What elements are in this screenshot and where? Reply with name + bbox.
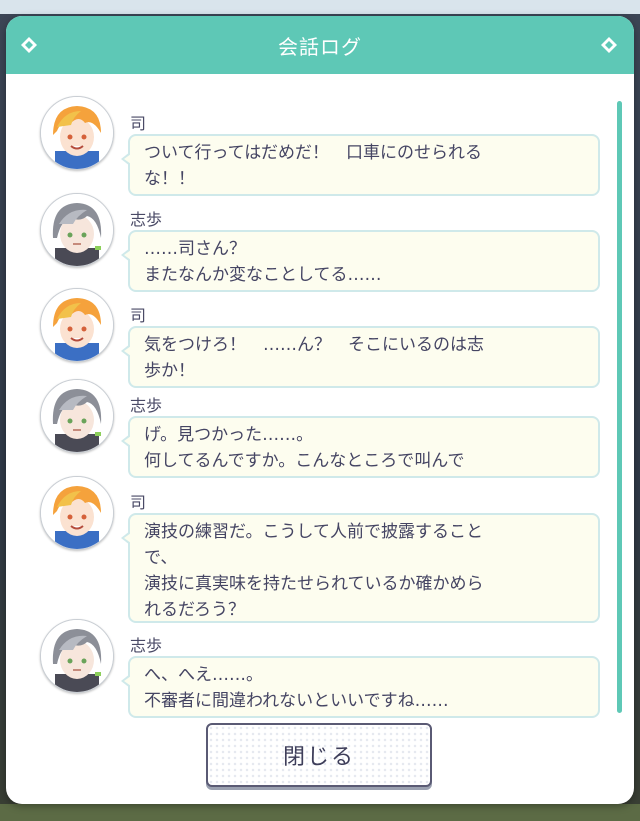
dialogue-line: 演技の練習だ。こうして人前で披露すること xyxy=(144,522,483,542)
avatar-tsukasa xyxy=(40,476,114,550)
dialogue-bubble: ……司さん？ またなんか変なことしてる…… xyxy=(121,230,600,292)
avatar-shiho xyxy=(40,193,114,267)
dialogue-line: げ。見つかった……。 xyxy=(144,425,314,445)
avatar-tsukasa xyxy=(40,288,114,362)
dialogue-line: 歩か！ xyxy=(144,361,195,381)
close-button-label: 閉じる xyxy=(282,745,355,770)
dialogue-line: 不審者に間違われないといいですね…… xyxy=(144,691,449,711)
dialogue-line: ……司さん？ xyxy=(144,239,246,259)
speaker-name: 司 xyxy=(130,493,147,512)
speaker-name: 司 xyxy=(130,114,147,133)
dialogue-line: な！！ xyxy=(144,169,195,189)
speaker-name: 志歩 xyxy=(130,396,163,415)
dialogue-line: 何してるんですか。こんなところで叫んで xyxy=(144,451,465,471)
dialogue-line: れるだろう？ xyxy=(144,600,245,620)
dialogue-line: 演技に真実味を持たせられているか確かめら xyxy=(144,574,484,594)
log-scrollbar[interactable] xyxy=(617,101,622,713)
close-button[interactable]: 閉じる xyxy=(206,723,432,787)
dialogue-bubble: へ、へえ……。 不審者に間違われないといいですね…… xyxy=(121,656,600,718)
dialog-header: 会話ログ xyxy=(6,16,634,74)
dialogue-bubble: げ。見つかった……。 何してるんですか。こんなところで叫んで xyxy=(121,416,600,478)
dialogue-line: 気をつけろ！ ……ん？ そこにいるのは志 xyxy=(144,335,484,355)
dialogue-bubble: 気をつけろ！ ……ん？ そこにいるのは志 歩か！ xyxy=(121,326,600,388)
speaker-name: 志歩 xyxy=(130,210,163,229)
conversation-log-dialog: 会話ログ 司 ついて行ってはだめだ！ 口車にのせられる な！！ 志歩 ……司さん… xyxy=(6,16,634,804)
dialogue-line: またなんか変なことしてる…… xyxy=(144,265,382,285)
dialogue-line: ついて行ってはだめだ！ 口車にのせられる xyxy=(144,143,482,163)
avatar-tsukasa xyxy=(40,96,114,170)
diamond-icon xyxy=(601,37,617,53)
dialog-title: 会話ログ xyxy=(278,34,362,59)
dialogue-line: で、 xyxy=(144,548,178,568)
background-top-strip xyxy=(0,0,640,14)
diamond-icon xyxy=(21,37,37,53)
avatar-shiho xyxy=(40,379,114,453)
speaker-name: 志歩 xyxy=(130,636,163,655)
speaker-name: 司 xyxy=(130,306,147,325)
dialogue-line: へ、へえ……。 xyxy=(144,665,263,685)
dialogue-bubble: 演技の練習だ。こうして人前で披露すること で、 演技に真実味を持たせられているか… xyxy=(121,513,600,623)
background-bottom-strip xyxy=(0,804,640,821)
dialogue-bubble: ついて行ってはだめだ！ 口車にのせられる な！！ xyxy=(121,134,600,196)
avatar-shiho xyxy=(40,619,114,693)
